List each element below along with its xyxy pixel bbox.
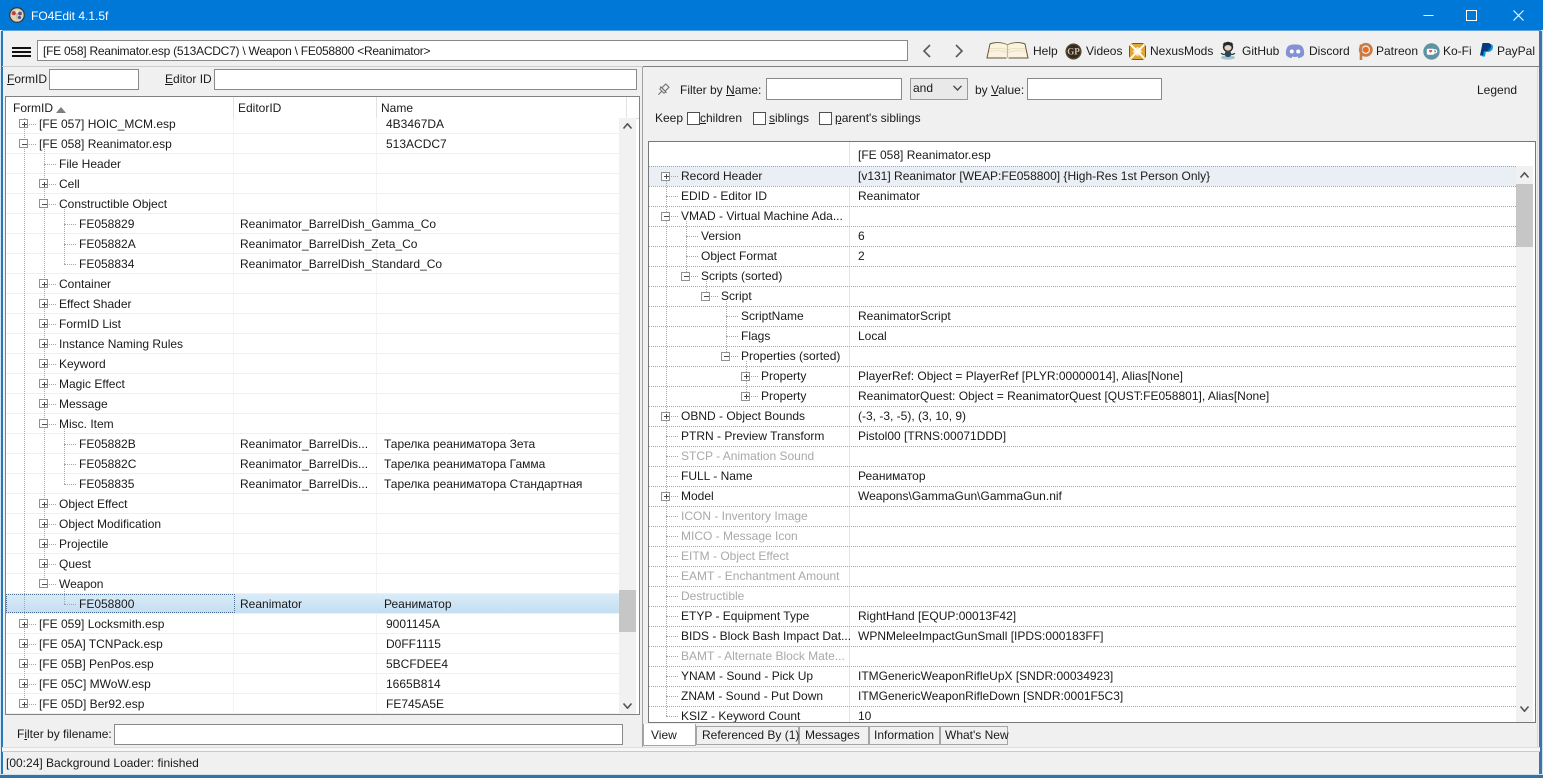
svg-text:GP: GP <box>1067 47 1080 57</box>
